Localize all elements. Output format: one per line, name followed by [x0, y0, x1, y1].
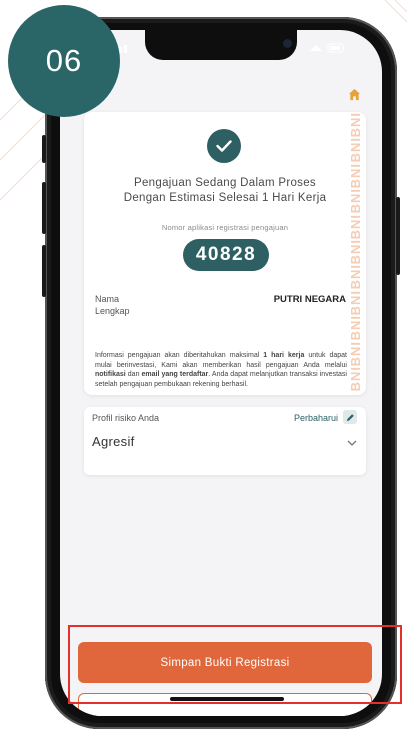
- risk-profile-card: Profil risiko Anda Perbaharui Agresif: [84, 407, 366, 475]
- bni-watermark: BNI BNI BNI BNI BNI BNI BNI BNI BNI BNI …: [346, 112, 366, 395]
- risk-profile-label: Profil risiko Anda: [92, 413, 160, 423]
- notch: [145, 30, 297, 60]
- info-text-bold: 1 hari kerja: [263, 352, 305, 359]
- pencil-icon: [346, 413, 354, 421]
- watermark-text: BNI: [348, 340, 363, 366]
- step-badge: 06: [8, 5, 120, 117]
- step-number: 06: [45, 43, 83, 78]
- side-button: [42, 135, 46, 163]
- watermark-text: BNI: [348, 112, 363, 138]
- status-title-line: Dengan Estimasi Selesai 1 Hari Kerja: [123, 192, 327, 204]
- registration-status-card: BNI BNI BNI BNI BNI BNI BNI BNI BNI BNI …: [84, 112, 366, 395]
- home-indicator: [170, 697, 284, 701]
- battery-icon: [310, 43, 344, 53]
- info-paragraph: Informasi pengajuan akan diberitahukan m…: [95, 351, 347, 389]
- app-screen: BNI BNI BNI BNI BNI BNI BNI BNI BNI BNI …: [60, 30, 382, 716]
- side-button: [42, 182, 46, 234]
- success-check: [207, 129, 241, 163]
- watermark-text: BNI: [348, 365, 363, 392]
- check-icon: [216, 140, 232, 152]
- info-text-part: dan: [125, 371, 142, 379]
- chevron-down-icon[interactable]: [347, 440, 357, 446]
- full-name-label-line: Lengkap: [95, 306, 130, 316]
- save-registration-receipt-button[interactable]: Simpan Bukti Registrasi: [78, 642, 372, 683]
- info-text-bold: notifikasi: [95, 371, 126, 379]
- full-name-label: Nama Lengkap: [95, 293, 130, 317]
- side-button: [396, 197, 400, 275]
- camera-icon: [283, 39, 292, 48]
- watermark-text: BNI: [348, 289, 363, 316]
- risk-profile-value: Agresif: [92, 434, 135, 449]
- watermark-text: BNI: [348, 315, 363, 341]
- watermark-text: BNI: [348, 137, 363, 163]
- full-name-label-line: Nama: [95, 294, 120, 304]
- home-button[interactable]: [346, 86, 362, 102]
- home-icon: [348, 88, 360, 100]
- phone-frame: BNI BNI BNI BNI BNI BNI BNI BNI BNI BNI …: [42, 17, 400, 729]
- status-title: Pengajuan Sedang Dalam Proses Dengan Est…: [98, 176, 352, 206]
- status-title-line: Pengajuan Sedang Dalam Proses: [134, 177, 316, 189]
- side-button: [42, 245, 46, 297]
- update-risk-link[interactable]: Perbaharui: [294, 413, 338, 423]
- full-name-value: PUTRI NEGARA: [273, 294, 346, 305]
- application-number: 40828: [183, 239, 269, 271]
- watermark-text: BNI: [348, 238, 363, 265]
- application-number-label: Nomor aplikasi registrasi pengajuan: [161, 223, 289, 232]
- info-text-part: Informasi pengajuan akan diberitahukan m…: [95, 352, 264, 359]
- watermark-text: BNI: [348, 264, 363, 290]
- edit-risk-button[interactable]: [343, 410, 357, 424]
- info-text-bold: email yang terdaftar: [141, 371, 209, 379]
